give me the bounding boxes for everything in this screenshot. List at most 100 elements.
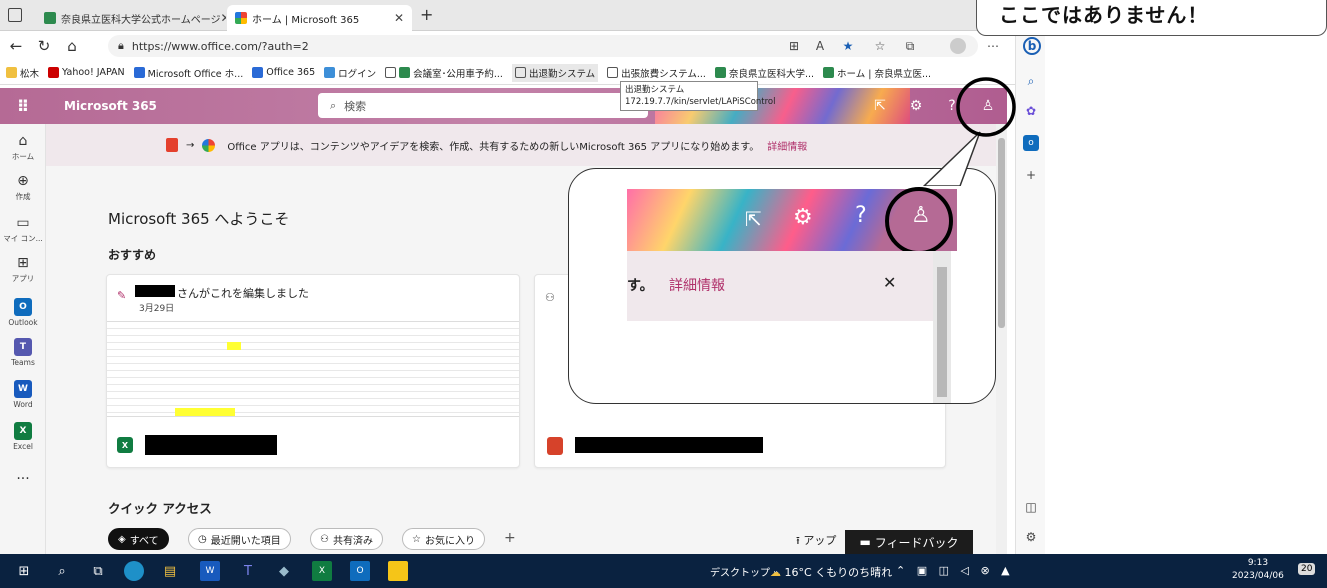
weather-widget[interactable]: ☁ 16°C くもりのち晴れ xyxy=(770,564,892,580)
rail-word[interactable]: W Word xyxy=(0,380,46,409)
search-icon[interactable]: ⌕ xyxy=(52,561,72,581)
settings-gear-icon[interactable]: ⚙ xyxy=(904,94,928,118)
bookmark-item[interactable]: 奈良県立医科大学... xyxy=(714,66,814,80)
app-launcher-icon[interactable]: ⠿ xyxy=(0,88,46,124)
notification-badge[interactable]: 20 xyxy=(1298,563,1316,575)
rail-outlook[interactable]: O Outlook xyxy=(0,298,46,327)
bookmark-item[interactable]: 出張旅費システム... xyxy=(607,66,706,80)
bookmark-item[interactable]: 出退勤システム xyxy=(511,63,599,82)
filter-favorites[interactable]: ☆ お気に入り xyxy=(402,528,485,550)
excel-file-icon: X xyxy=(117,437,133,453)
read-aloud-icon[interactable]: A xyxy=(812,38,828,54)
callout-scrollbar xyxy=(933,251,951,403)
feedback-button[interactable]: ▬ フィードバック xyxy=(845,530,973,554)
add-icon[interactable]: + xyxy=(1023,167,1039,183)
edge-taskbar-icon[interactable] xyxy=(124,561,144,581)
home-icon[interactable]: ⌂ xyxy=(60,34,84,58)
bookmark-item[interactable]: Microsoft Office ホ... xyxy=(133,66,243,80)
rail-create[interactable]: ⊕ 作成 xyxy=(0,172,46,202)
bookmark-item[interactable]: Yahoo! JAPAN xyxy=(48,67,125,78)
sidebar-toggle-icon[interactable]: ◫ xyxy=(1023,499,1039,515)
filter-recent[interactable]: ◷ 最近開いた項目 xyxy=(188,528,291,550)
file-thumbnail xyxy=(107,321,519,417)
recommended-card[interactable]: ✎ さんがこれを編集しました 3月29日 X xyxy=(106,274,520,468)
clock[interactable]: 9:13 2023/04/06 xyxy=(1232,557,1284,583)
rail-apps[interactable]: ⊞ アプリ xyxy=(0,254,46,284)
rail-teams[interactable]: T Teams xyxy=(0,338,46,367)
start-icon[interactable]: ⊞ xyxy=(14,561,34,581)
link-tooltip: 出退勤システム 172.19.7.7/kin/servlet/LAPiSCont… xyxy=(620,81,776,111)
bookmark-item[interactable]: 松木 xyxy=(6,66,39,80)
explorer-icon[interactable]: ▤ xyxy=(160,561,180,581)
bookmark-item[interactable]: 会議室･公用車予約... xyxy=(385,66,503,80)
outlook-icon[interactable]: o xyxy=(1023,135,1039,151)
nara-favicon-icon xyxy=(44,12,56,24)
cube-icon: ◈ xyxy=(118,533,126,545)
more-icon: ··· xyxy=(16,471,30,487)
shared-icon: ⚇ xyxy=(545,291,555,304)
arrow-right-icon: → xyxy=(186,139,195,151)
whats-new-icon: ⇱ xyxy=(745,207,762,231)
bookmark-item[interactable]: Office 365 xyxy=(252,67,315,78)
upload-button[interactable]: ⭱ アップ xyxy=(796,532,836,551)
word-taskbar-icon[interactable]: W xyxy=(200,561,220,581)
app-available-icon[interactable]: ⊞ xyxy=(786,38,802,54)
search-icon[interactable]: ⌕ xyxy=(1023,73,1039,89)
windows-taskbar: ⊞ ⌕ ⧉ ▤ W T ◆ X O デスクトップ » ☁ 16°C くもりのち晴… xyxy=(0,554,1327,588)
filter-shared[interactable]: ⚇ 共有済み xyxy=(310,528,383,550)
scrollbar-thumb[interactable] xyxy=(998,138,1005,328)
teams-taskbar-icon[interactable]: T xyxy=(238,561,258,581)
rail-excel[interactable]: X Excel xyxy=(0,422,46,451)
new-tab-button[interactable]: + xyxy=(420,5,433,24)
app-name[interactable]: Microsoft 365 xyxy=(64,99,157,113)
help-icon: ? xyxy=(855,203,867,228)
sticky-notes-icon[interactable] xyxy=(388,561,408,581)
highlight-circle-account xyxy=(885,187,953,255)
tab-nara-university[interactable]: 奈良県立医科大学公式ホームページ ✕ xyxy=(36,5,226,31)
bookmark-item[interactable]: ホーム | 奈良県立医... xyxy=(823,66,931,80)
zoom-callout: ⇱ ⚙ ? ♙ す。 詳細情報 ✕ xyxy=(568,168,996,404)
back-arrow-icon[interactable]: ← xyxy=(4,34,28,58)
close-icon[interactable]: ✕ xyxy=(394,11,404,25)
rail-my-content[interactable]: ▭ マイ コン... xyxy=(0,214,46,244)
pdf-file-icon xyxy=(547,437,563,455)
settings-gear-icon[interactable]: ⚙ xyxy=(1023,529,1039,545)
whats-new-icon[interactable]: ⇱ xyxy=(868,94,892,118)
favorite-star-icon[interactable]: ★ xyxy=(840,38,856,54)
collections-icon[interactable]: ⧉ xyxy=(902,38,918,54)
tab-microsoft-365[interactable]: ホーム | Microsoft 365 ✕ xyxy=(227,5,412,31)
yahoo-icon xyxy=(48,67,60,78)
profile-icon[interactable] xyxy=(950,38,966,54)
app-rail: ⌂ ホーム ⊕ 作成 ▭ マイ コン... ⊞ アプリ O Outlook T Teams … xyxy=(0,124,46,554)
office-icon xyxy=(252,67,264,78)
add-filter-button[interactable]: + xyxy=(504,530,516,546)
tab-label: 奈良県立医科大学公式ホームページ xyxy=(61,14,221,26)
bing-icon[interactable]: b xyxy=(1023,37,1041,55)
filter-all[interactable]: ◈ すべて xyxy=(108,528,169,550)
outlook-icon: O xyxy=(14,298,32,316)
copilot-icon[interactable]: ✿ xyxy=(1023,103,1039,119)
desktop-label[interactable]: デスクトップ » xyxy=(710,564,779,579)
app-taskbar-icon[interactable]: ◆ xyxy=(274,561,294,581)
outlook-taskbar-icon[interactable]: O xyxy=(350,561,370,581)
browser-tab-bar: 奈良県立医科大学公式ホームページ ✕ ホーム | Microsoft 365 ✕… xyxy=(0,0,1015,31)
close-icon[interactable]: ✕ xyxy=(221,11,227,25)
edge-sidebar: b ⌕ ✿ o + ◫ ⚙ xyxy=(1015,31,1045,554)
favorites-icon[interactable]: ☆ xyxy=(872,38,888,54)
chat-icon: ▬ xyxy=(859,535,871,549)
rail-more[interactable]: ··· xyxy=(0,470,46,489)
banner-link[interactable]: 詳細情報 xyxy=(767,138,807,153)
folder-icon xyxy=(6,67,17,78)
search-input[interactable]: ⌕ 検索 xyxy=(318,93,648,118)
office-logo-icon xyxy=(166,138,178,152)
more-icon[interactable]: ⋯ xyxy=(985,38,1001,54)
task-view-icon[interactable]: ⧉ xyxy=(88,561,108,581)
system-tray[interactable]: ⌃ ▣ ◫ ◁ ⊗ ▲ xyxy=(896,564,1014,577)
redacted-name xyxy=(135,285,175,297)
bookmark-item[interactable]: ログイン xyxy=(324,66,376,80)
rail-home[interactable]: ⌂ ホーム xyxy=(0,132,46,162)
tab-actions-icon[interactable] xyxy=(8,8,22,22)
excel-taskbar-icon[interactable]: X xyxy=(312,561,332,581)
refresh-icon[interactable]: ↻ xyxy=(32,34,56,58)
folder-icon: ▭ xyxy=(16,215,30,231)
